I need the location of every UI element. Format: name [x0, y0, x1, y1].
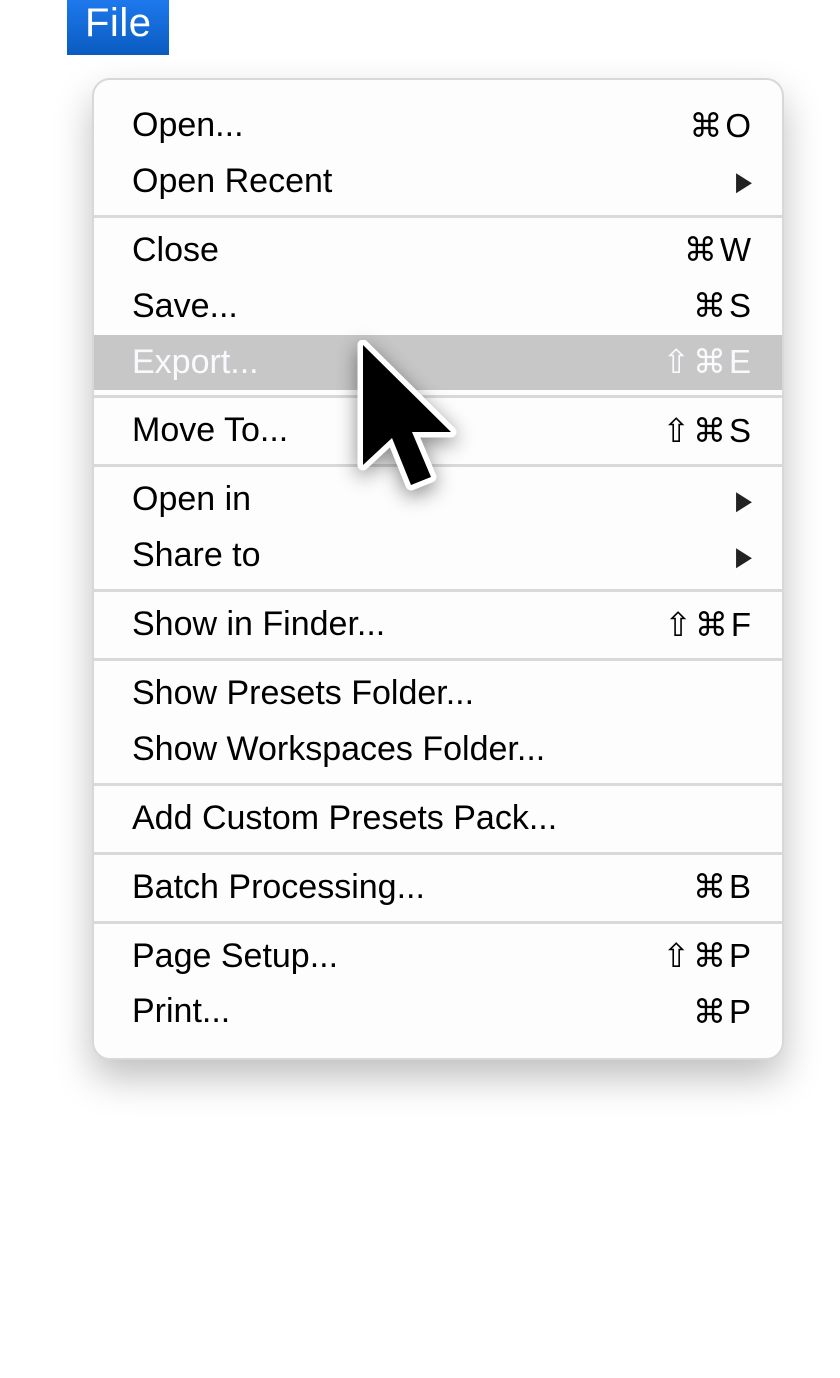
menu-item-close[interactable]: Close⌘W [94, 223, 782, 279]
menu-item-shortcut: ⌘P [693, 990, 754, 1035]
menu-item-label: Close [132, 228, 684, 274]
menu-separator [94, 921, 782, 924]
file-dropdown-menu: Open...⌘OOpen Recent▶Close⌘WSave...⌘SExp… [92, 78, 784, 1060]
menu-item-shortcut: ⇧⌘S [662, 409, 754, 454]
menu-item-label: Show Presets Folder... [132, 671, 754, 717]
submenu-arrow-icon: ▶ [736, 539, 752, 574]
menu-item-shortcut: ⇧⌘E [662, 340, 754, 385]
menu-separator [94, 658, 782, 661]
menu-item-shortcut: ⇧⌘F [664, 603, 754, 648]
menu-separator [94, 783, 782, 786]
menu-item-label: Page Setup... [132, 934, 662, 980]
menu-item-shortcut: ⇧⌘P [662, 934, 754, 979]
menu-item-open[interactable]: Open...⌘O [94, 98, 782, 154]
menu-item-show-presets-folder[interactable]: Show Presets Folder... [94, 666, 782, 722]
menu-item-show-workspaces-folder[interactable]: Show Workspaces Folder... [94, 722, 782, 778]
menu-item-label: Print... [132, 989, 693, 1035]
menu-item-print[interactable]: Print...⌘P [94, 984, 782, 1040]
submenu-arrow-icon: ▶ [736, 483, 752, 518]
menu-item-open-recent[interactable]: Open Recent▶ [94, 154, 782, 210]
menu-separator [94, 589, 782, 592]
menu-item-label: Share to [132, 533, 734, 579]
menu-item-label: Open... [132, 103, 689, 149]
menu-item-label: Batch Processing... [132, 865, 693, 911]
menu-item-shortcut: ⌘B [693, 865, 754, 910]
cursor-pointer-icon [353, 340, 463, 505]
submenu-arrow-icon: ▶ [736, 164, 752, 199]
menu-item-label: Show in Finder... [132, 602, 664, 648]
menu-item-shortcut: ⌘W [684, 228, 754, 273]
menu-item-label: Save... [132, 284, 693, 330]
menu-item-share-to[interactable]: Share to▶ [94, 528, 782, 584]
menu-item-batch-processing[interactable]: Batch Processing...⌘B [94, 860, 782, 916]
menu-separator [94, 852, 782, 855]
menu-item-label: Add Custom Presets Pack... [132, 796, 754, 842]
menu-item-shortcut: ⌘S [693, 284, 754, 329]
menu-item-save[interactable]: Save...⌘S [94, 279, 782, 335]
file-menu-title[interactable]: File [67, 0, 169, 55]
menu-item-label: Open Recent [132, 159, 734, 205]
menu-separator [94, 215, 782, 218]
menu-item-shortcut: ⌘O [689, 104, 754, 149]
menu-item-show-in-finder[interactable]: Show in Finder...⇧⌘F [94, 597, 782, 653]
menu-item-label: Show Workspaces Folder... [132, 727, 754, 773]
menu-item-add-custom-presets-pack[interactable]: Add Custom Presets Pack... [94, 791, 782, 847]
menu-item-page-setup[interactable]: Page Setup...⇧⌘P [94, 929, 782, 985]
